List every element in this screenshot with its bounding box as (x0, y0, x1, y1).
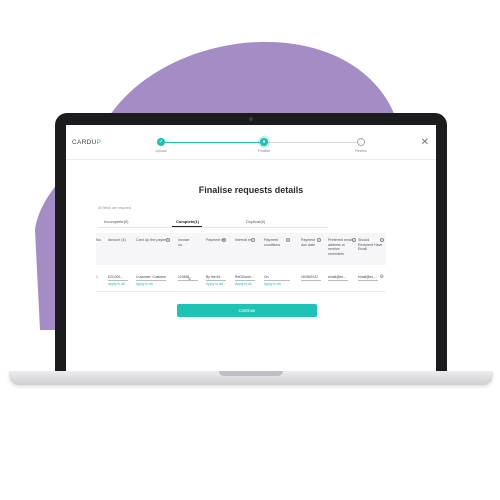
header-due-date-label: Payment due date (301, 238, 316, 247)
header-email-label: Preferred email address to receive remin… (328, 238, 353, 256)
step-upload-check-icon: ✓ (157, 138, 165, 146)
due-date-cell: 16/08/2022 (301, 275, 321, 281)
info-icon[interactable] (251, 238, 255, 242)
apply-to-all-link[interactable]: Apply to all (235, 282, 255, 286)
info-icon[interactable] (352, 238, 356, 242)
logo-accent: P (96, 139, 102, 146)
info-icon[interactable] (380, 238, 384, 242)
header-payee-label: Card Up the payee (136, 238, 167, 242)
close-icon[interactable]: ✕ (421, 138, 429, 148)
email-cell: email@ex... (328, 275, 348, 281)
header-conditions-label: Payment conditions (264, 238, 281, 247)
stepper-line-done (161, 142, 264, 143)
top-bar: CARDUP ✓ Upload ● Finalise Review ✕ (66, 125, 436, 160)
laptop-lid: CARDUP ✓ Upload ● Finalise Review ✕ Fina… (55, 113, 447, 371)
tab-duplicate[interactable]: Duplicat(0) (246, 219, 265, 224)
recipient-email-field[interactable]: email@ex... (358, 275, 378, 281)
apply-to-all-link[interactable]: Apply to all (264, 282, 290, 286)
table-header: No. Amount (£) Card Up the payee Invoice… (96, 233, 386, 265)
row-number: 1 (96, 275, 98, 279)
header-amount: Amount (£) (108, 238, 126, 242)
internal-ref-field[interactable]: Ref1Some... (235, 275, 255, 281)
step-finalise-label: Finalise (257, 149, 271, 153)
info-icon[interactable] (317, 238, 321, 242)
header-due-date: Payment due date (301, 238, 321, 247)
step-review-icon (357, 138, 365, 146)
payee-field[interactable]: Customer, Customer (136, 275, 166, 281)
tab-complete[interactable]: Complete(1) (176, 219, 199, 224)
header-recipient-email: Should Recipient Have Email (358, 238, 384, 252)
amount-cell: £20,000... Apply to all (108, 275, 128, 286)
invoice-field[interactable]: 123456... (178, 275, 198, 281)
header-payment-ref: Payment ref (206, 238, 226, 243)
apply-to-all-link[interactable]: Apply to all (206, 282, 226, 286)
conditions-select[interactable]: On (264, 275, 290, 281)
header-invoice: Invoice no. (178, 238, 190, 247)
camera-icon (249, 117, 253, 121)
payment-ref-field[interactable]: By the thi... (206, 275, 226, 281)
continue-button[interactable]: Continue (177, 304, 317, 317)
gear-icon[interactable]: ⚙ (380, 274, 384, 280)
step-upload-label: Upload (155, 149, 167, 153)
info-icon[interactable] (222, 238, 226, 242)
tab-incomplete[interactable]: Incomplete(0) (104, 219, 128, 224)
payment-ref-cell: By the thi... Apply to all (206, 275, 226, 286)
header-internal-ref: Internal ref (235, 238, 255, 243)
header-recipient-email-label: Should Recipient Have Email (358, 238, 383, 252)
tab-bar: Incomplete(0) Complete(1) Duplicat(0) (98, 216, 328, 228)
header-email: Preferred email address to receive remin… (328, 238, 356, 256)
apply-to-all-link[interactable]: Apply to all (136, 282, 166, 286)
laptop-notch (219, 371, 283, 376)
step-review-label: Review (355, 149, 367, 153)
header-no: No. (96, 238, 102, 242)
header-payee: Card Up the payee (136, 238, 170, 243)
payee-cell: Customer, Customer Apply to all ✎ (136, 275, 191, 286)
email-field[interactable]: email@ex... (328, 275, 348, 281)
stepper-line-todo (264, 142, 361, 143)
app-screen: CARDUP ✓ Upload ● Finalise Review ✕ Fina… (66, 125, 436, 371)
search-icon[interactable] (166, 238, 170, 242)
invoice-cell: 123456... (178, 275, 198, 281)
header-internal-ref-label: Internal ref (235, 238, 253, 242)
apply-to-all-link[interactable]: Apply to all (108, 282, 128, 286)
logo: CARDUP (72, 139, 101, 146)
recipient-email-cell: email@ex... (358, 275, 378, 281)
logo-text: CARDU (72, 139, 97, 146)
amount-field[interactable]: £20,000... (108, 275, 128, 281)
page-title: Finalise requests details (198, 185, 304, 195)
internal-ref-cell: Ref1Some... Apply to all (235, 275, 255, 286)
due-date-field[interactable]: 16/08/2022 (301, 275, 321, 281)
active-tab-indicator (172, 226, 202, 227)
step-finalise-icon: ● (260, 138, 268, 146)
table-row: 1 £20,000... Apply to all Customer, Cust… (96, 273, 386, 292)
conditions-cell: On Apply to all (264, 275, 290, 286)
laptop-base (9, 371, 493, 385)
required-note: All fields are required (98, 206, 131, 210)
info-icon[interactable] (286, 238, 290, 242)
header-conditions: Payment conditions (264, 238, 290, 247)
